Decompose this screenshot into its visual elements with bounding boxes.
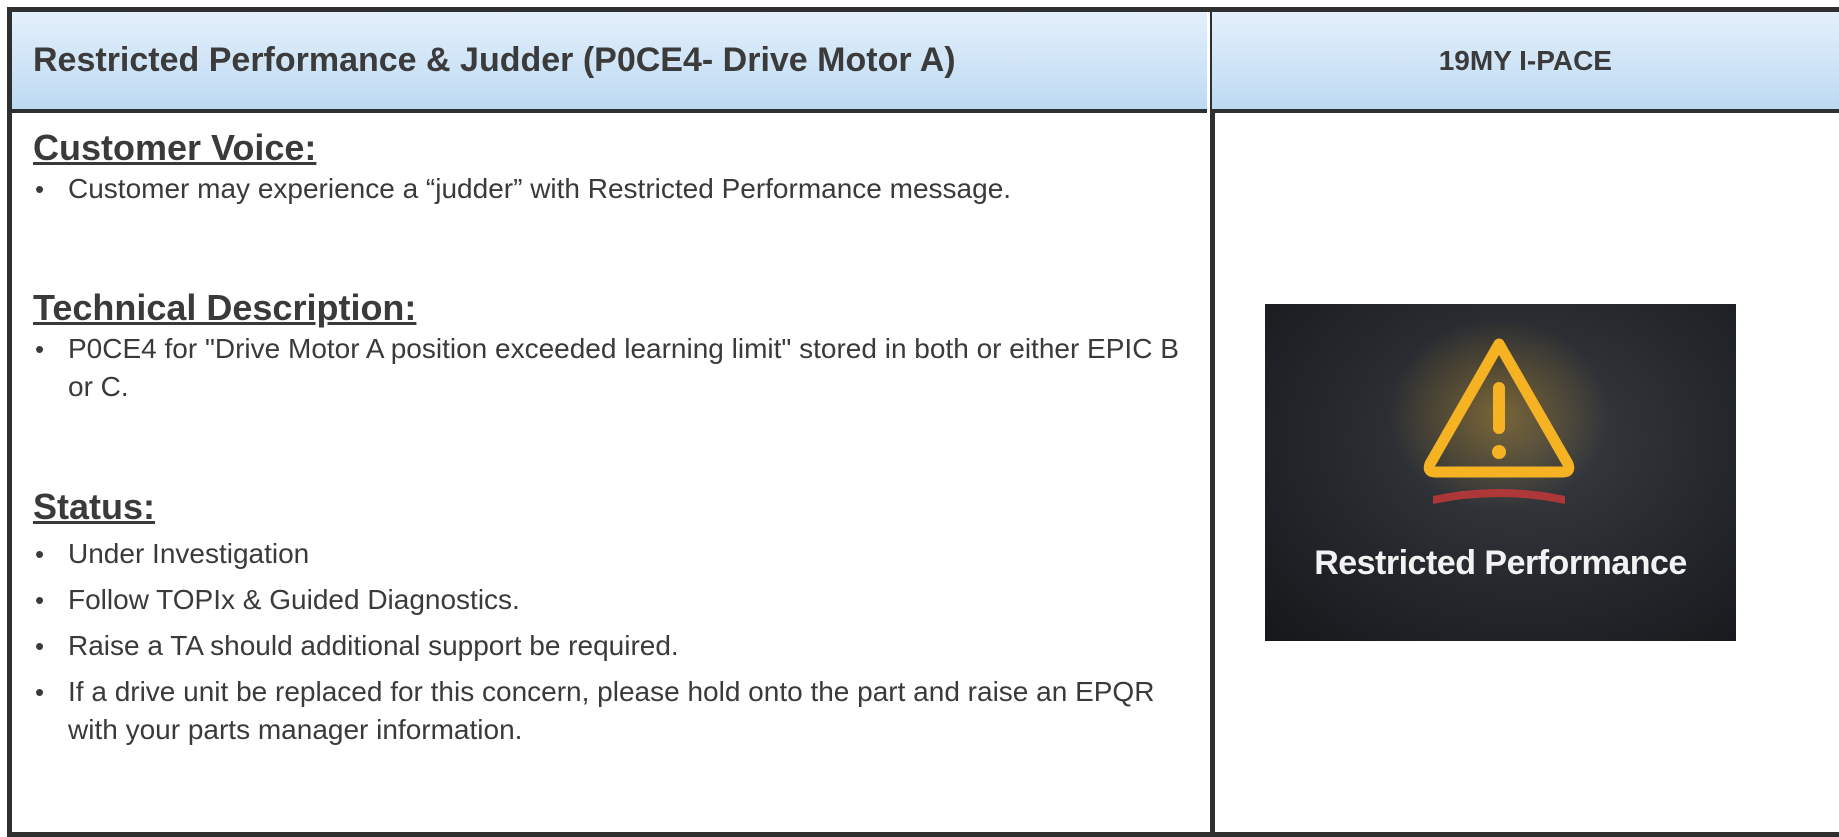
column-divider — [1210, 7, 1215, 837]
list-item: Customer may experience a “judder” with … — [33, 170, 1011, 208]
page-title: Restricted Performance & Judder (P0CE4- … — [33, 41, 956, 79]
status-heading: Status: — [33, 486, 156, 527]
list-item: Under Investigation — [33, 535, 1193, 573]
header-title-cell: Restricted Performance & Judder (P0CE4- … — [12, 12, 1207, 113]
header-row: Restricted Performance & Judder (P0CE4- … — [12, 12, 1839, 113]
customer-voice-heading: Customer Voice: — [33, 127, 317, 168]
list-item: Raise a TA should additional support be … — [33, 627, 1193, 665]
technical-description-section: Technical Description: P0CE4 for "Drive … — [33, 286, 1193, 406]
warning-triangle-icon — [1389, 319, 1609, 509]
header-model-cell: 19MY I-PACE — [1211, 12, 1839, 113]
customer-voice-section: Customer Voice: Customer may experience … — [33, 126, 1011, 208]
technical-description-heading: Technical Description: — [33, 287, 417, 328]
vehicle-model: 19MY I-PACE — [1438, 44, 1612, 76]
technical-description-list: P0CE4 for "Drive Motor A position exceed… — [33, 330, 1193, 406]
dashboard-warning-photo: Restricted Performance — [1265, 304, 1736, 641]
list-item: If a drive unit be replaced for this con… — [33, 673, 1193, 749]
status-list: Under Investigation Follow TOPIx & Guide… — [33, 535, 1193, 749]
list-item: Follow TOPIx & Guided Diagnostics. — [33, 581, 1193, 619]
customer-voice-list: Customer may experience a “judder” with … — [33, 170, 1011, 208]
photo-caption: Restricted Performance — [1314, 544, 1687, 582]
status-section: Status: Under Investigation Follow TOPIx… — [33, 485, 1193, 757]
list-item: P0CE4 for "Drive Motor A position exceed… — [33, 330, 1193, 406]
